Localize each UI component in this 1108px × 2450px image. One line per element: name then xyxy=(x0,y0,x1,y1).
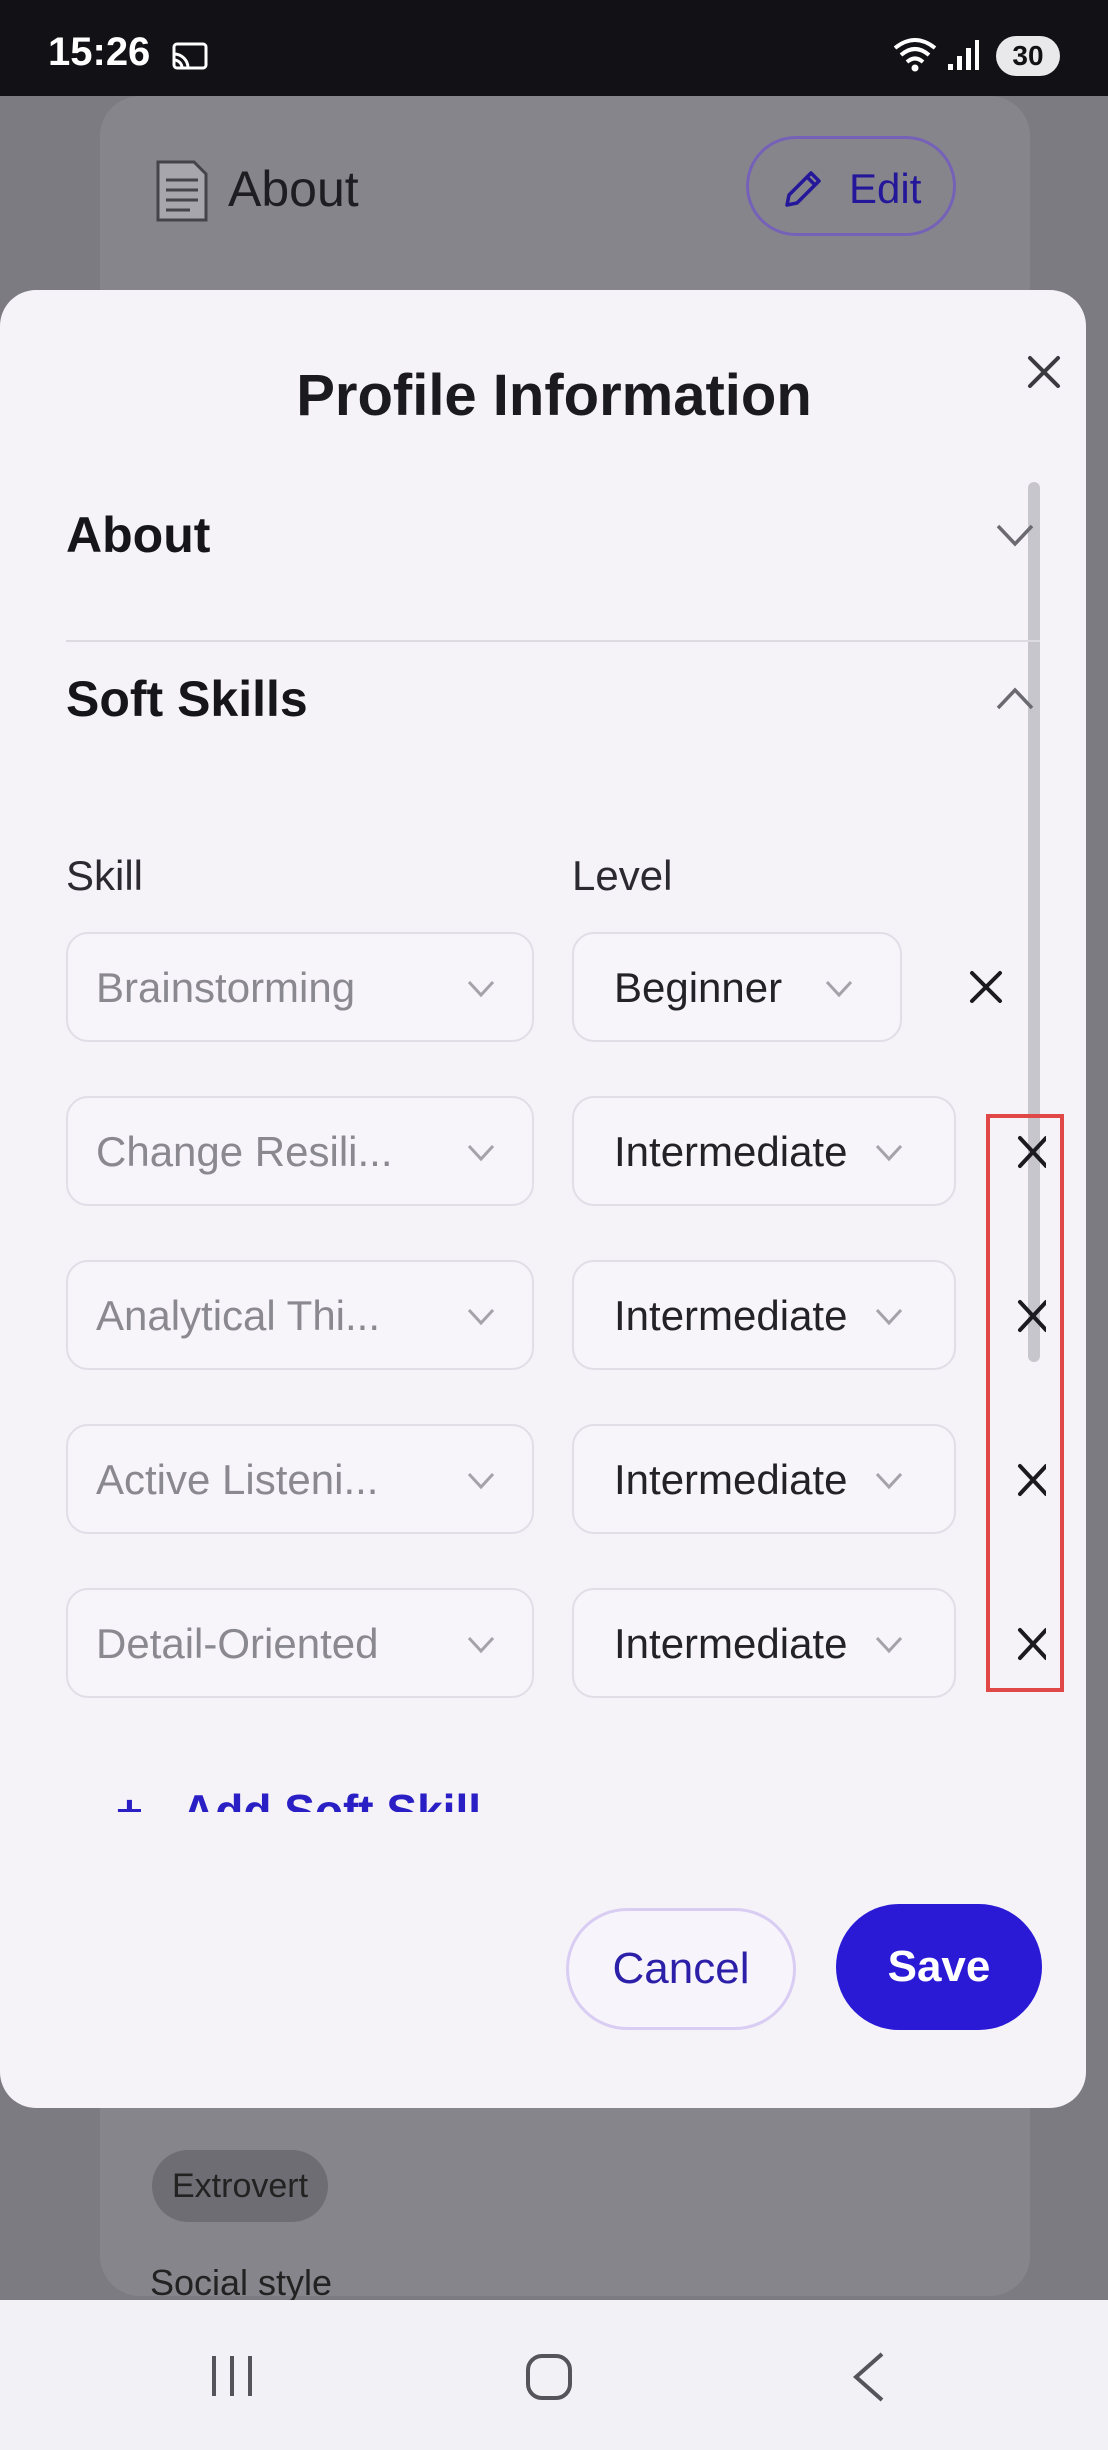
level-dropdown[interactable]: Intermediate xyxy=(572,1096,956,1206)
cancel-button[interactable]: Cancel xyxy=(566,1908,796,2030)
section-about-header[interactable]: About xyxy=(66,486,1036,586)
remove-row-icon[interactable] xyxy=(966,967,1006,1007)
level-value: Intermediate xyxy=(614,1292,848,1339)
battery-indicator: 30 xyxy=(996,36,1060,76)
skill-dropdown[interactable]: Change Resili... xyxy=(66,1096,534,1206)
signal-icon xyxy=(948,40,979,70)
skill-dropdown[interactable]: Detail-Oriented xyxy=(66,1588,534,1698)
section-soft-skills-header[interactable]: Soft Skills xyxy=(66,650,1036,750)
edit-label: Edit xyxy=(849,165,922,212)
section-soft-skills-title: Soft Skills xyxy=(66,671,308,727)
save-button[interactable]: Save xyxy=(836,1904,1042,2030)
level-dropdown[interactable]: Intermediate xyxy=(572,1260,956,1370)
social-style-label: Social style xyxy=(150,2262,333,2303)
recent-apps-icon[interactable] xyxy=(208,2354,256,2398)
chevron-down-icon xyxy=(996,524,1034,547)
background-edit-button[interactable]: Edit xyxy=(746,136,956,236)
wifi-icon xyxy=(893,38,937,72)
skill-dropdown[interactable]: Brainstorming xyxy=(66,932,534,1042)
pencil-icon xyxy=(785,171,821,207)
home-icon[interactable] xyxy=(524,2352,574,2402)
chevron-down-icon xyxy=(875,1636,903,1654)
skill-value: Brainstorming xyxy=(96,964,356,1011)
add-soft-skill-label: Add Soft Skill xyxy=(182,1785,481,1812)
level-value: Intermediate xyxy=(614,1128,848,1175)
chevron-down-icon xyxy=(467,1144,495,1162)
chevron-down-icon xyxy=(825,980,853,998)
chevron-down-icon xyxy=(467,980,495,998)
close-icon[interactable] xyxy=(1020,348,1068,396)
skill-value: Detail-Oriented xyxy=(96,1620,379,1667)
level-dropdown[interactable]: Intermediate xyxy=(572,1588,956,1698)
level-value: Intermediate xyxy=(614,1620,848,1667)
skill-value: Active Listeni... xyxy=(96,1456,379,1503)
section-divider xyxy=(66,640,1040,642)
skill-dropdown[interactable]: Active Listeni... xyxy=(66,1424,534,1534)
chevron-down-icon xyxy=(875,1308,903,1326)
profile-information-modal: Profile Information About Soft Skills Sk… xyxy=(0,290,1086,2108)
status-bar: 15:26 30 xyxy=(0,0,1108,96)
level-dropdown[interactable]: Intermediate xyxy=(572,1424,956,1534)
back-icon[interactable] xyxy=(850,2350,886,2404)
document-icon xyxy=(156,160,208,222)
level-column-label: Level xyxy=(572,852,673,899)
chevron-down-icon xyxy=(875,1472,903,1490)
level-value: Intermediate xyxy=(614,1456,848,1503)
level-value: Beginner xyxy=(614,964,783,1011)
chevron-down-icon xyxy=(467,1308,495,1326)
cast-icon xyxy=(172,42,208,70)
skill-column-label: Skill xyxy=(66,852,144,899)
navigation-bar xyxy=(0,2300,1108,2450)
skill-value: Analytical Thi... xyxy=(96,1292,381,1339)
background-section-title: About xyxy=(228,161,359,217)
skill-dropdown[interactable]: Analytical Thi... xyxy=(66,1260,534,1370)
level-dropdown[interactable]: Beginner xyxy=(572,932,902,1042)
chevron-down-icon xyxy=(467,1636,495,1654)
status-time: 15:26 xyxy=(48,30,151,74)
modal-title: Profile Information xyxy=(296,363,812,428)
chevron-down-icon xyxy=(875,1144,903,1162)
add-soft-skill-button[interactable]: + Add Soft Skill xyxy=(110,1784,710,1812)
highlight-box xyxy=(986,1114,1064,1692)
personality-chip: Extrovert xyxy=(152,2150,329,2222)
skill-value: Change Resili... xyxy=(96,1128,393,1175)
section-about-title: About xyxy=(66,507,211,563)
chevron-up-icon xyxy=(996,687,1034,710)
chevron-down-icon xyxy=(467,1472,495,1490)
